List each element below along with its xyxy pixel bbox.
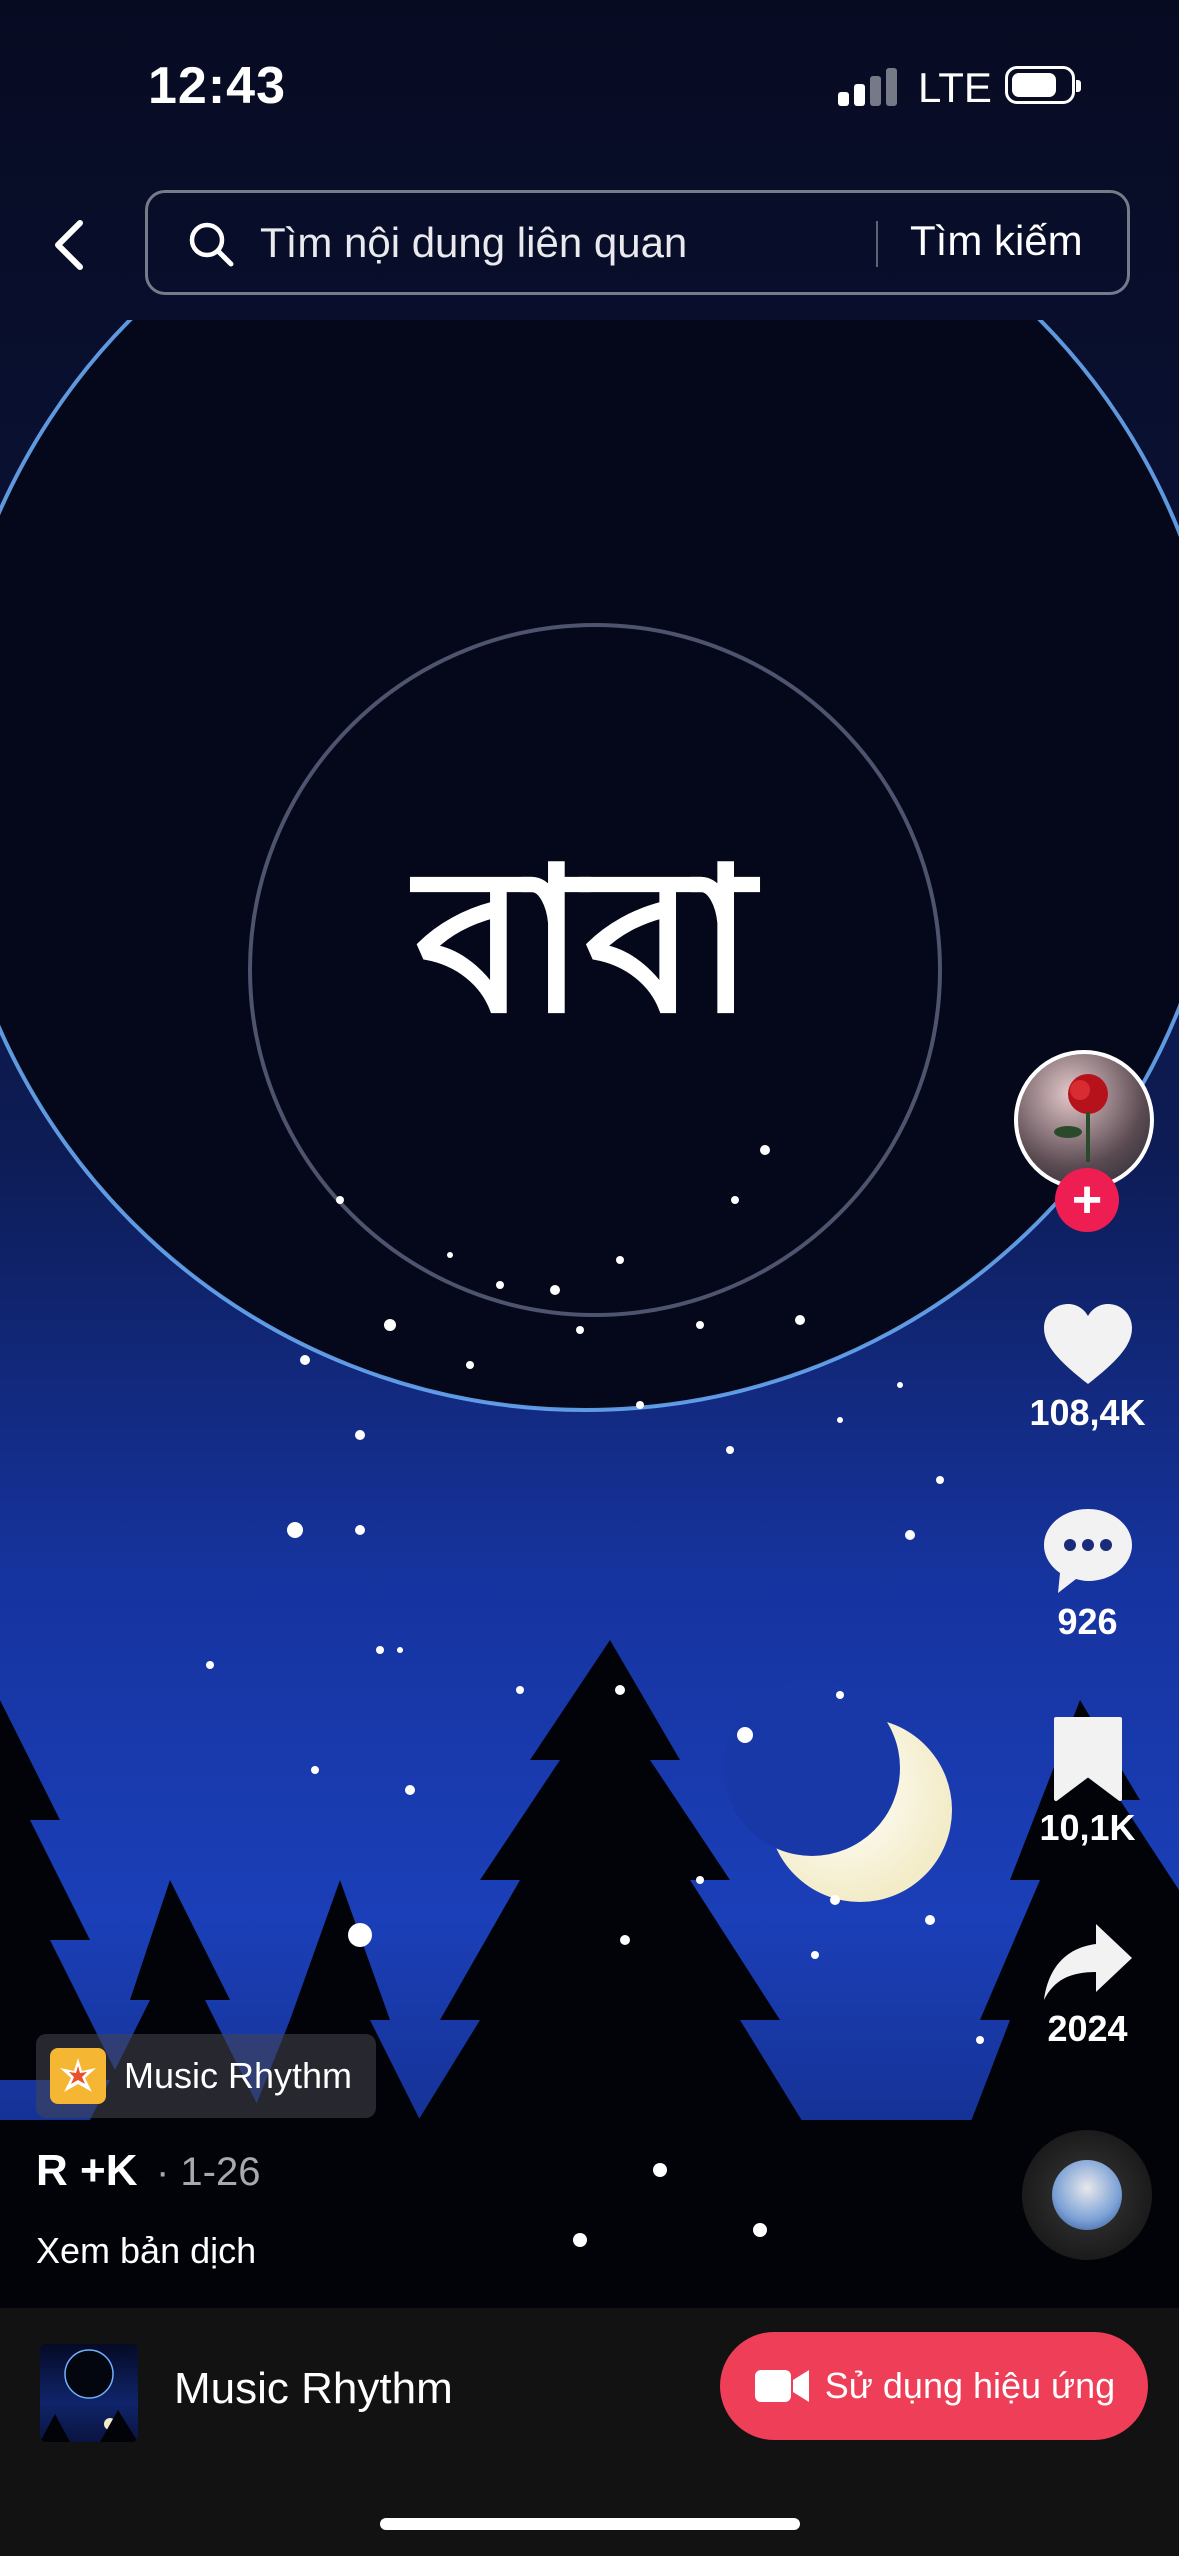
follow-plus-button[interactable]: +	[1055, 1168, 1119, 1232]
network-label: LTE	[918, 64, 992, 111]
battery-icon	[1005, 66, 1081, 104]
effect-label: Music Rhythm	[124, 2055, 353, 2096]
bookmark-icon	[1053, 1717, 1122, 1801]
sound-disc[interactable]	[1022, 2130, 1152, 2260]
share-count: 2024	[1047, 2008, 1128, 2049]
video-frame[interactable]: বাবা	[0, 320, 1179, 2310]
save-action[interactable]: 10,1K	[1010, 1715, 1165, 1849]
effect-sparkle-icon	[50, 2048, 106, 2104]
share-icon	[1043, 1924, 1132, 2000]
search-bar[interactable]: Tìm nội dung liên quan Tìm kiếm	[145, 190, 1130, 295]
video-overlay-text: বাবা	[410, 825, 761, 1058]
comment-count: 926	[1057, 1601, 1118, 1642]
post-date: · 1-26	[156, 2150, 261, 2194]
tiktok-video-screen: বাবা 12:43 LTE Tìm nội dung liên quan Tì…	[0, 0, 1179, 2556]
search-divider	[876, 221, 878, 267]
use-effect-button[interactable]: Sử dụng hiệu ứng	[720, 2332, 1148, 2440]
home-indicator[interactable]	[380, 2518, 800, 2530]
share-action[interactable]: 2024	[1010, 1920, 1165, 2050]
video-camera-icon	[754, 2370, 809, 2402]
translate-link[interactable]: Xem bản dịch	[36, 2230, 256, 2272]
signal-icon	[838, 66, 898, 106]
search-button[interactable]: Tìm kiếm	[910, 217, 1083, 265]
comment-icon	[1043, 1509, 1132, 1593]
status-time: 12:43	[148, 57, 286, 115]
sound-disc-cover	[1052, 2160, 1122, 2230]
search-input[interactable]: Tìm nội dung liên quan	[260, 219, 687, 267]
like-count: 108,4K	[1029, 1392, 1146, 1433]
effect-tag[interactable]: Music Rhythm	[36, 2034, 377, 2118]
like-action[interactable]: 108,4K	[1010, 1300, 1165, 1434]
bottom-sound-bar: Music Rhythm Sử dụng hiệu ứng	[0, 2308, 1179, 2556]
back-icon[interactable]	[40, 205, 100, 285]
heart-icon	[1043, 1304, 1132, 1384]
author-name[interactable]: R +K	[36, 2146, 137, 2196]
search-icon	[189, 222, 234, 267]
sound-cover-thumbnail[interactable]	[40, 2344, 138, 2442]
sound-name[interactable]: Music Rhythm	[174, 2364, 453, 2414]
use-effect-label: Sử dụng hiệu ứng	[824, 2365, 1116, 2406]
save-count: 10,1K	[1039, 1807, 1136, 1848]
comment-action[interactable]: 926	[1010, 1505, 1165, 1643]
